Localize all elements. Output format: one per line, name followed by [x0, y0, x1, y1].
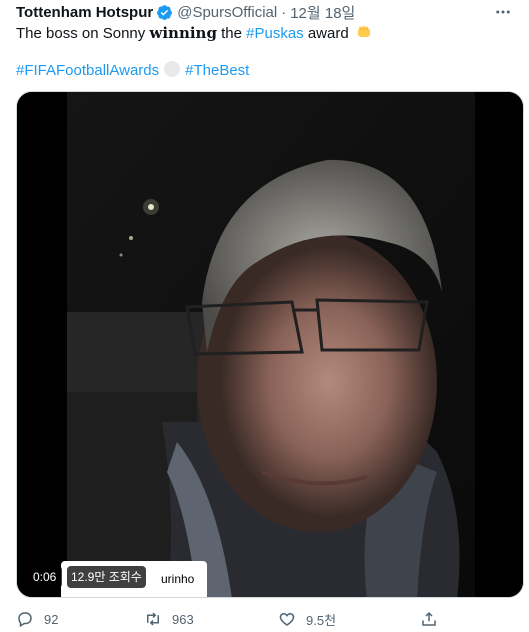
separator-dot: ·: [281, 3, 287, 21]
share-icon: [422, 611, 436, 626]
reply-button[interactable]: 92: [16, 610, 58, 628]
like-button[interactable]: 9.5천: [278, 610, 336, 629]
tweet-hashtags: #FIFAFootballAwards #TheBest: [16, 61, 249, 81]
tweet-text: The boss on Sonny winning the #Puskas aw…: [16, 23, 372, 44]
author-name[interactable]: Tottenham Hotspur: [16, 4, 153, 21]
retweet-icon: [147, 612, 159, 626]
video-frame: [17, 92, 523, 597]
author-handle[interactable]: @SpursOfficial: [177, 4, 277, 21]
hashtag-fifa-football-awards[interactable]: #FIFAFootballAwards: [16, 62, 159, 79]
elapsed-time-badge: 0:06: [27, 566, 63, 588]
text-bold: winning: [149, 24, 217, 42]
text-mid: the: [216, 25, 247, 42]
share-button[interactable]: [420, 610, 448, 628]
more-icon[interactable]: [493, 2, 513, 22]
text-prefix: The boss on Sonny: [16, 25, 150, 42]
view-count-badge: 12.9만 조회수: [67, 566, 146, 588]
reply-count: 92: [44, 611, 59, 627]
text-suffix: award: [303, 25, 349, 42]
fist-emoji-icon: [357, 26, 370, 37]
caption-text: urinho: [161, 572, 195, 586]
like-count: 9.5천: [306, 612, 337, 628]
reply-icon: [18, 612, 32, 628]
retweet-count: 963: [172, 611, 194, 627]
retweet-button[interactable]: 963: [144, 610, 194, 628]
hashtag-puskas[interactable]: #Puskas: [246, 25, 304, 42]
verified-badge-icon: [157, 4, 173, 20]
tweet-date[interactable]: 12월 18일: [290, 2, 355, 23]
tweet-header: Tottenham Hotspur @SpursOfficial · 12월 1…: [16, 2, 513, 22]
hashtag-the-best[interactable]: #TheBest: [185, 62, 249, 79]
tweet-actions: 92 963 9.5천: [14, 606, 515, 632]
emoji-placeholder-icon: [164, 61, 181, 77]
heart-icon: [279, 612, 295, 626]
video-player[interactable]: urinho 0:06 12.9만 조회수: [16, 91, 524, 598]
